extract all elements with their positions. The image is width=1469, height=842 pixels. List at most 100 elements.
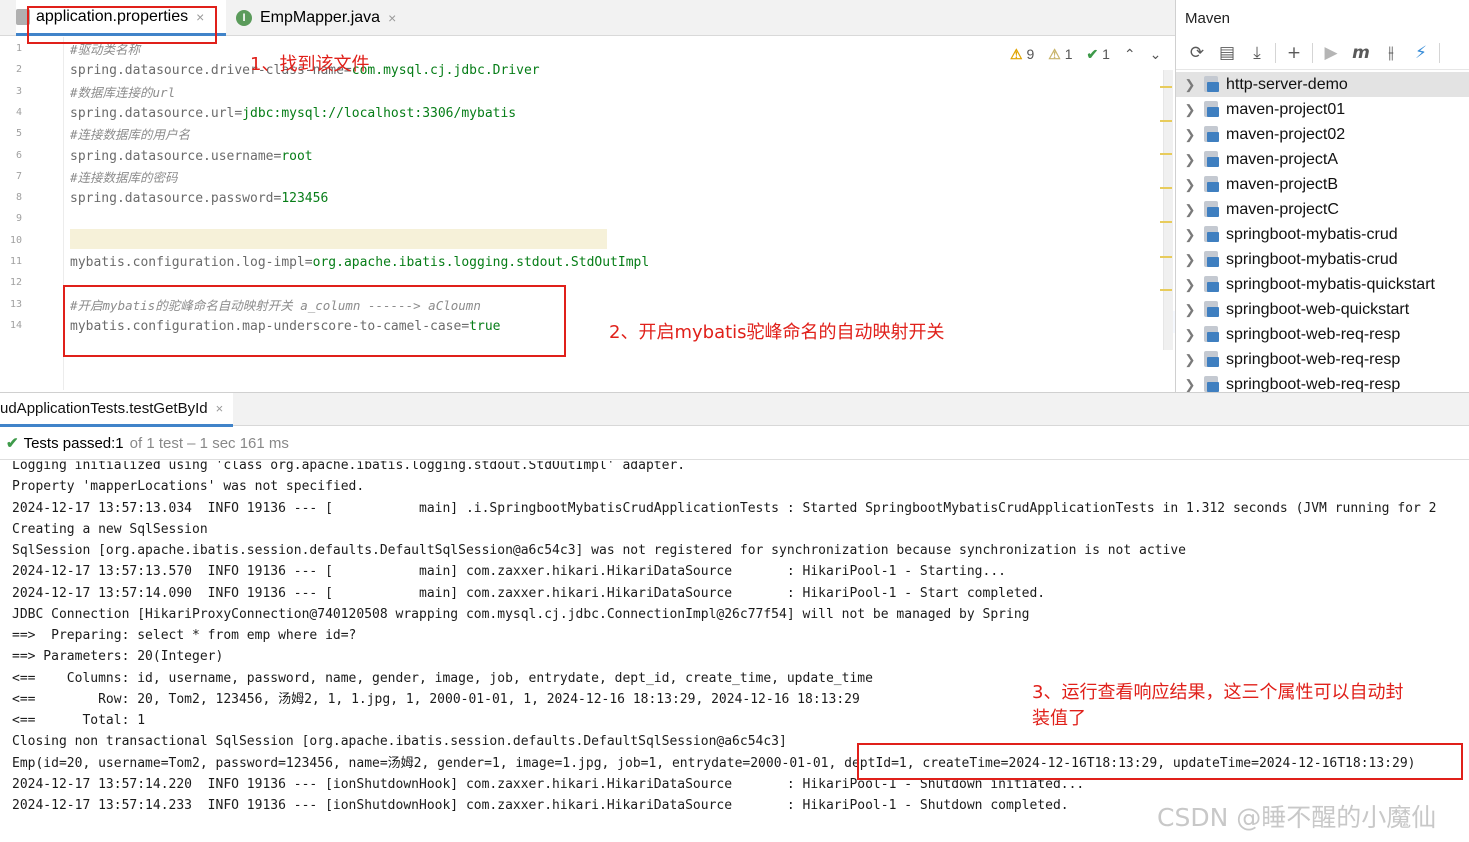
console-line: Logging initialized using 'class org.apa… <box>12 461 686 473</box>
property-key: spring.datasource.username= <box>70 148 282 164</box>
error-stripe-mark[interactable] <box>1160 153 1172 155</box>
property-value: root <box>281 148 313 164</box>
error-stripe-mark[interactable] <box>1160 256 1172 258</box>
maven-project-item[interactable]: ❯ maven-project01 <box>1176 97 1469 122</box>
maven-project-item[interactable]: ❯ springboot-mybatis-crud <box>1176 247 1469 272</box>
maven-project-item[interactable]: ❯ springboot-web-quickstart <box>1176 297 1469 322</box>
error-stripe-mark[interactable] <box>1160 187 1172 189</box>
chevron-right-icon[interactable]: ❯ <box>1176 77 1204 93</box>
comment-highlight <box>70 229 607 249</box>
chevron-right-icon[interactable]: ❯ <box>1176 152 1204 168</box>
line-number: 8 <box>15 192 22 204</box>
maven-project-item[interactable]: ❯ springboot-web-req-resp <box>1176 322 1469 347</box>
status-count: 1 <box>115 434 124 452</box>
maven-project-item[interactable]: ❯ maven-projectC <box>1176 197 1469 222</box>
m-icon[interactable]: m <box>1349 41 1373 65</box>
weak-warning-icon: ⚠ <box>1048 45 1061 62</box>
reload-icon[interactable]: ⟳ <box>1185 41 1209 65</box>
maven-module-icon <box>1204 251 1220 268</box>
console-line: 2024-12-17 13:57:13.570 INFO 19136 --- [… <box>12 564 1006 580</box>
code-line: spring.datasource.url=jdbc:mysql://local… <box>70 103 516 124</box>
editor-scrollbar[interactable] <box>1163 70 1173 350</box>
chevron-down-icon[interactable]: ⌄ <box>1150 46 1162 63</box>
chevron-right-icon[interactable]: ❯ <box>1176 252 1204 268</box>
maven-project-item[interactable]: ❯ http-server-demo <box>1176 72 1469 97</box>
close-icon[interactable]: × <box>388 10 396 26</box>
chevron-right-icon[interactable]: ❯ <box>1176 327 1204 343</box>
line-number: 6 <box>15 149 22 161</box>
code-comment: #驱动类名称 <box>70 42 141 57</box>
inspection-widget[interactable]: ⚠ 9 ⚠ 1 ✔ 1 ⌃ ⌄ <box>1010 44 1161 64</box>
check-icon: ✔ <box>6 435 19 452</box>
chevron-right-icon[interactable]: ❯ <box>1176 377 1204 393</box>
maven-module-icon <box>1204 326 1220 343</box>
chevron-right-icon[interactable]: ❯ <box>1176 277 1204 293</box>
toolbar-divider <box>1439 42 1440 63</box>
download-icon[interactable]: ⤓ <box>1245 41 1269 65</box>
console-line: <== Row: 20, Tom2, 123456, 汤姆2, 1, 1.jpg… <box>12 691 860 707</box>
watermark: CSDN @睡不醒的小魔仙 <box>1157 803 1437 832</box>
maven-module-icon <box>1204 201 1220 218</box>
line-number: 2 <box>15 64 22 76</box>
highlight-box-camel-case <box>63 285 566 357</box>
chevron-right-icon[interactable]: ❯ <box>1176 227 1204 243</box>
maven-module-icon <box>1204 101 1220 118</box>
weak-warning-count[interactable]: ⚠ 1 <box>1048 46 1072 63</box>
maven-toolbar: ⟳ ▤ ⤓ + ▶ m ⫲ ⚡ <box>1176 36 1469 70</box>
maven-project-label: springboot-web-req-resp <box>1226 350 1401 368</box>
close-icon[interactable]: × <box>216 401 224 416</box>
chevron-right-icon[interactable]: ❯ <box>1176 302 1204 318</box>
property-value: jdbc:mysql://localhost:3306/mybatis <box>242 105 517 121</box>
property-key: mybatis.configuration.log-impl= <box>70 255 313 270</box>
warning-count[interactable]: ⚠ 9 <box>1010 46 1034 63</box>
error-stripe-mark[interactable] <box>1160 86 1172 88</box>
maven-project-item[interactable]: ❯ springboot-mybatis-crud <box>1176 222 1469 247</box>
maven-project-item[interactable]: ❯ springboot-web-req-resp <box>1176 372 1469 392</box>
code-line: mybatis.configuration.log-impl=org.apach… <box>70 252 649 273</box>
code-comment: #连接数据库的密码 <box>70 169 178 185</box>
property-key: spring.datasource.url= <box>70 105 243 121</box>
error-stripe-mark[interactable] <box>1160 120 1172 122</box>
typo-count[interactable]: ✔ 1 <box>1087 46 1110 63</box>
run-icon[interactable]: ▶ <box>1319 41 1343 65</box>
chevron-right-icon[interactable]: ❯ <box>1176 127 1204 143</box>
maven-module-icon <box>1204 351 1220 368</box>
maven-project-item[interactable]: ❯ maven-projectB <box>1176 172 1469 197</box>
console-output[interactable]: Logging initialized using 'class org.apa… <box>0 461 1469 842</box>
maven-project-item[interactable]: ❯ springboot-mybatis-quickstart <box>1176 272 1469 297</box>
error-stripe-mark[interactable] <box>1160 289 1172 291</box>
toolbar-divider <box>1312 42 1313 63</box>
line-number: 12 <box>9 277 22 289</box>
property-value: com.mysql.cj.jdbc.Driver <box>351 63 540 79</box>
run-tab-testgetbyid[interactable]: udApplicationTests.testGetById × <box>0 393 234 427</box>
code-comment: #连接数据库的用户名 <box>70 127 191 143</box>
maven-module-icon <box>1204 76 1220 93</box>
maven-project-label: springboot-mybatis-crud <box>1226 225 1398 243</box>
interface-file-icon: I <box>236 10 252 26</box>
chevron-up-icon[interactable]: ⌃ <box>1124 46 1136 63</box>
maven-project-label: springboot-web-req-resp <box>1226 325 1401 343</box>
maven-module-icon <box>1204 301 1220 318</box>
chevron-right-icon[interactable]: ❯ <box>1176 177 1204 193</box>
add-folder-icon[interactable]: ▤ <box>1215 41 1239 65</box>
maven-project-label: maven-project02 <box>1226 125 1346 143</box>
maven-project-item[interactable]: ❯ springboot-web-req-resp <box>1176 347 1469 372</box>
tab-empmapper-java[interactable]: I EmpMapper.java × <box>236 0 416 36</box>
maven-project-item[interactable]: ❯ maven-project02 <box>1176 122 1469 147</box>
lightning-icon[interactable]: ⚡ <box>1409 41 1433 65</box>
annotation-step1: 1、找到该文件 <box>250 54 370 75</box>
plus-icon[interactable]: + <box>1282 41 1306 65</box>
maven-project-item[interactable]: ❯ maven-projectA <box>1176 147 1469 172</box>
error-stripe-mark[interactable] <box>1160 221 1172 223</box>
maven-tool-window: Maven ⟳ ▤ ⤓ + ▶ m ⫲ ⚡ ❯ http-server-demo ❯… <box>1175 0 1469 392</box>
property-key: spring.datasource.password= <box>70 191 282 207</box>
run-tab-label: udApplicationTests.testGetById <box>0 400 208 417</box>
console-line: 2024-12-17 13:57:14.233 INFO 19136 --- [… <box>12 798 1069 813</box>
warning-icon: ⚠ <box>1010 45 1023 62</box>
chevron-right-icon[interactable]: ❯ <box>1176 202 1204 218</box>
property-value: 123456 <box>281 191 329 207</box>
skip-tests-icon[interactable]: ⫲ <box>1379 41 1403 65</box>
chevron-right-icon[interactable]: ❯ <box>1176 102 1204 118</box>
chevron-right-icon[interactable]: ❯ <box>1176 352 1204 368</box>
maven-title: Maven <box>1185 10 1231 27</box>
